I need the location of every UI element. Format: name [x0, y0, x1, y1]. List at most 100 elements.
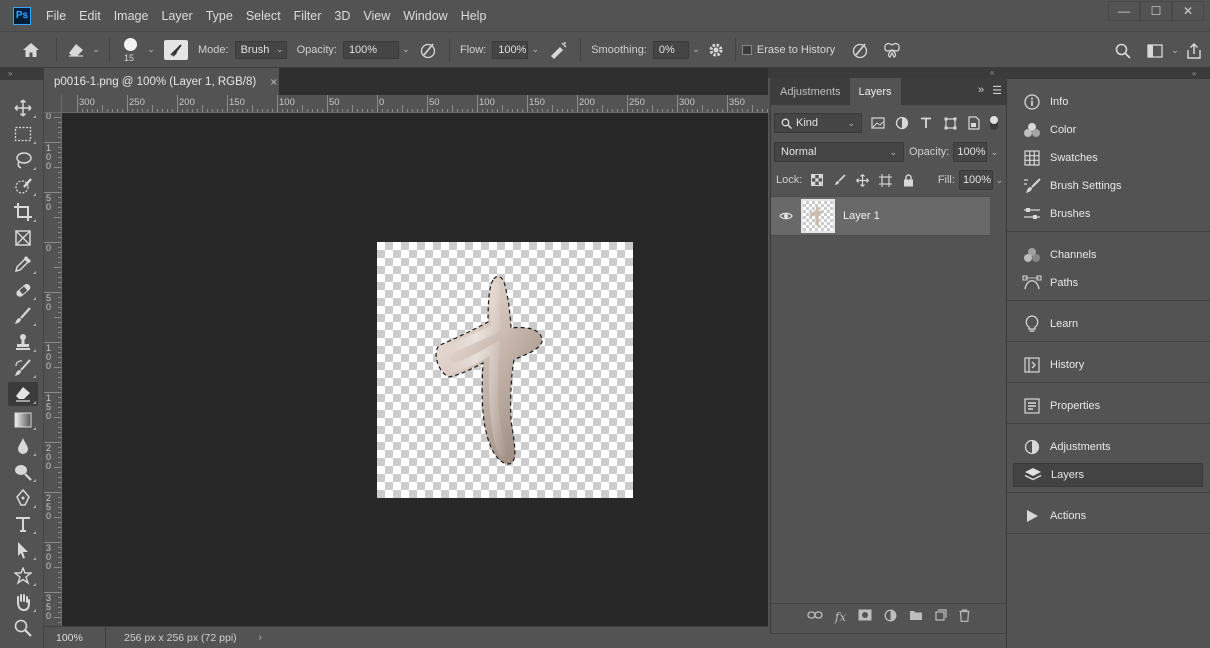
marquee-tool[interactable]: [8, 122, 38, 146]
eraser-tool[interactable]: [8, 382, 38, 406]
image-canvas[interactable]: [377, 242, 633, 498]
lock-artboard-icon[interactable]: [878, 172, 893, 188]
dock-channels[interactable]: Channels: [1013, 243, 1203, 267]
menu-select[interactable]: Select: [246, 9, 281, 23]
lock-all-icon[interactable]: [901, 172, 916, 188]
filter-smart-object-icon[interactable]: [966, 115, 982, 131]
search-button[interactable]: [1110, 43, 1136, 59]
delete-layer-icon[interactable]: [959, 608, 970, 625]
airbrush-button[interactable]: [542, 41, 574, 59]
lock-image-pixels-icon[interactable]: [832, 172, 847, 188]
maximize-button[interactable]: ☐: [1140, 1, 1172, 21]
zoom-level[interactable]: 100%: [44, 627, 106, 648]
dock-learn[interactable]: Learn: [1013, 312, 1203, 336]
type-tool[interactable]: [8, 512, 38, 536]
layer-style-fx-icon[interactable]: fx: [835, 610, 846, 624]
opacity-dropdown[interactable]: ⌄: [399, 41, 413, 59]
panel-menu-icon[interactable]: ☰: [992, 84, 1002, 97]
move-tool[interactable]: [8, 96, 38, 120]
filter-shape-icon[interactable]: [942, 115, 958, 131]
chevron-down-icon[interactable]: ⌄: [89, 41, 103, 59]
eyedropper-tool[interactable]: [8, 252, 38, 276]
menu-file[interactable]: File: [46, 9, 66, 23]
pressure-opacity-button[interactable]: [413, 41, 443, 59]
gradient-tool[interactable]: [8, 408, 38, 432]
tab-layers[interactable]: Layers: [849, 78, 901, 105]
close-button[interactable]: ✕: [1172, 1, 1204, 21]
dock-properties[interactable]: Properties: [1013, 394, 1203, 418]
opacity-input[interactable]: 100%: [342, 40, 399, 59]
filter-adjustment-icon[interactable]: [894, 115, 910, 131]
lasso-tool[interactable]: [8, 148, 38, 172]
new-layer-icon[interactable]: [935, 609, 947, 624]
smoothing-dropdown[interactable]: ⌄: [689, 41, 703, 59]
dock-info[interactable]: Info: [1013, 90, 1203, 114]
fill-dropdown[interactable]: ⌄: [993, 171, 1006, 189]
history-brush-tool[interactable]: [8, 356, 38, 380]
chevron-down-icon[interactable]: ⌄: [144, 41, 158, 59]
toolbar-collapse-icon[interactable]: »: [0, 68, 44, 80]
link-layers-icon[interactable]: [807, 610, 823, 623]
dock-layers[interactable]: Layers: [1013, 463, 1203, 487]
lock-transparent-pixels-icon[interactable]: [809, 172, 824, 188]
add-mask-icon[interactable]: [858, 609, 872, 624]
dock-history[interactable]: History: [1013, 353, 1203, 377]
dodge-tool[interactable]: [8, 460, 38, 484]
filter-type-icon[interactable]: [918, 115, 934, 131]
document-tab[interactable]: p0016-1.png @ 100% (Layer 1, RGB/8) ×: [44, 68, 279, 95]
filter-pixel-icon[interactable]: [870, 115, 886, 131]
blend-mode-select[interactable]: Normal ⌄: [774, 142, 904, 162]
healing-brush-tool[interactable]: [8, 278, 38, 302]
dock-actions[interactable]: Actions: [1013, 504, 1203, 528]
filter-kind-select[interactable]: Kind ⌄: [774, 113, 862, 133]
smoothing-options-button[interactable]: [703, 42, 729, 58]
canvas-area[interactable]: [62, 113, 768, 626]
crop-tool[interactable]: [8, 200, 38, 224]
lock-position-icon[interactable]: [855, 172, 870, 188]
layer-thumbnail[interactable]: [801, 199, 835, 233]
layer-visibility-toggle[interactable]: [771, 211, 801, 221]
collapse-dock-icon[interactable]: «: [1192, 68, 1196, 79]
smoothing-input[interactable]: 0%: [652, 40, 689, 59]
flow-dropdown[interactable]: ⌄: [528, 41, 542, 59]
minimize-button[interactable]: —: [1108, 1, 1140, 21]
menu-image[interactable]: Image: [114, 9, 149, 23]
symmetry-button[interactable]: [877, 42, 907, 58]
ruler-origin[interactable]: [44, 95, 62, 113]
dock-brushes[interactable]: Brushes: [1013, 202, 1203, 226]
share-button[interactable]: [1182, 42, 1206, 59]
dock-swatches[interactable]: Swatches: [1013, 146, 1203, 170]
mode-select[interactable]: Brush ⌄: [234, 40, 287, 59]
brush-tool[interactable]: [8, 304, 38, 328]
menu-help[interactable]: Help: [461, 9, 487, 23]
flow-input[interactable]: 100%: [492, 40, 529, 59]
erase-to-history-checkbox[interactable]: [741, 44, 752, 55]
status-menu-chevron-icon[interactable]: ›: [259, 632, 262, 643]
workspace-dropdown[interactable]: ⌄: [1168, 42, 1182, 60]
eraser-tool-preset-picker[interactable]: [63, 43, 89, 57]
blur-tool[interactable]: [8, 434, 38, 458]
menu-window[interactable]: Window: [403, 9, 447, 23]
zoom-tool[interactable]: [8, 616, 38, 640]
layer-opacity-input[interactable]: 100%: [953, 142, 988, 162]
collapse-panel-icon[interactable]: «: [990, 68, 994, 78]
layer-opacity-dropdown[interactable]: ⌄: [987, 143, 1001, 161]
dock-color[interactable]: Color: [1013, 118, 1203, 142]
menu-type[interactable]: Type: [206, 9, 233, 23]
menu-edit[interactable]: Edit: [79, 9, 101, 23]
menu-layer[interactable]: Layer: [161, 9, 192, 23]
brush-settings-toggle[interactable]: [164, 39, 188, 60]
fill-input[interactable]: 100%: [958, 170, 993, 190]
close-tab-icon[interactable]: ×: [270, 75, 277, 89]
dock-brush-settings[interactable]: Brush Settings: [1013, 174, 1203, 198]
clone-stamp-tool[interactable]: [8, 330, 38, 354]
layer-name[interactable]: Layer 1: [843, 210, 880, 222]
menu-filter[interactable]: Filter: [294, 9, 322, 23]
new-adjustment-layer-icon[interactable]: [884, 609, 897, 625]
vertical-ruler[interactable]: 1 5 0 1 0 0 5 0 0 5 0 1 0 0 1 5 0 2 0 0 2 5 0 3 0…: [44, 113, 62, 626]
brush-preset-picker[interactable]: 15: [116, 35, 144, 65]
dock-paths[interactable]: Paths: [1013, 271, 1203, 295]
expand-panel-icon[interactable]: »: [978, 84, 984, 97]
tab-adjustments[interactable]: Adjustments: [771, 78, 850, 105]
path-selection-tool[interactable]: [8, 538, 38, 562]
